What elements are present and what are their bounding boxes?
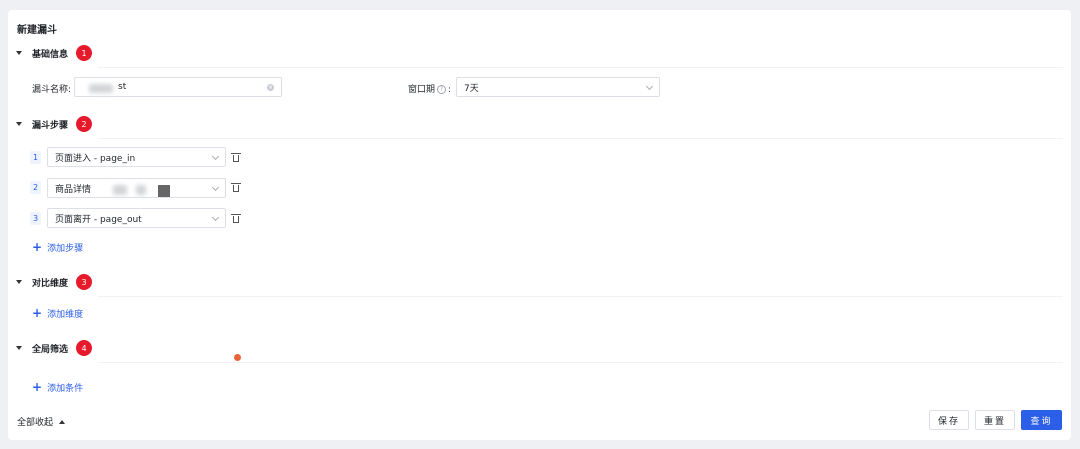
redacted-text (136, 185, 146, 195)
cursor-indicator (234, 354, 241, 361)
funnel-editor-card: 新建漏斗 基础信息 1 漏斗名称: st × 窗口期?: 7天 漏斗步骤 2 1… (8, 10, 1071, 440)
caret-down-icon (16, 346, 22, 350)
step-event-select[interactable]: 页面离开 - page_out (47, 208, 226, 228)
funnel-name-label: 漏斗名称: (32, 85, 72, 95)
page-title: 新建漏斗 (17, 25, 57, 36)
trash-icon[interactable] (231, 214, 241, 223)
plus-icon: + (32, 380, 43, 394)
add-dimension-label: 添加维度 (47, 310, 84, 320)
add-condition-label: 添加条件 (47, 384, 84, 394)
step-number: 2 (30, 181, 41, 194)
step-badge-1: 1 (76, 45, 93, 61)
caret-down-icon (16, 280, 22, 284)
section-steps-title: 漏斗步骤 (32, 120, 69, 131)
caret-down-icon (16, 51, 22, 55)
clear-icon[interactable]: × (267, 84, 274, 91)
section-steps-header[interactable]: 漏斗步骤 2 (16, 114, 93, 134)
query-button[interactable]: 查询 (1021, 410, 1062, 430)
section-basic-header[interactable]: 基础信息 1 (16, 43, 93, 63)
step-event-value: 页面离开 - page_out (55, 214, 142, 225)
funnel-name-input[interactable]: st × (74, 77, 282, 97)
section-dimension-header[interactable]: 对比维度 3 (16, 272, 93, 292)
divider (98, 296, 1063, 297)
section-dimension-title: 对比维度 (32, 278, 69, 289)
window-period-select[interactable]: 7天 (456, 77, 660, 97)
save-button[interactable]: 保存 (929, 410, 969, 430)
redacted-block (158, 185, 170, 197)
chevron-down-icon (211, 152, 220, 161)
step-event-value: 页面进入 - page_in (55, 153, 136, 164)
caret-up-icon (59, 419, 66, 424)
step-event-select[interactable]: 页面进入 - page_in (47, 147, 226, 167)
step-badge-4: 4 (76, 340, 93, 356)
divider (98, 138, 1063, 139)
step-badge-2: 2 (76, 116, 93, 132)
divider (98, 67, 1063, 68)
window-period-label: 窗口期?: (408, 82, 451, 95)
funnel-name-value: st (118, 82, 127, 92)
plus-icon: + (32, 240, 43, 254)
reset-button[interactable]: 重置 (975, 410, 1015, 430)
chevron-down-icon (645, 82, 654, 91)
chevron-down-icon (211, 183, 220, 192)
window-period-colon: : (448, 85, 452, 95)
trash-icon[interactable] (231, 153, 241, 162)
section-filter-title: 全局筛选 (32, 344, 69, 355)
add-step-label: 添加步骤 (47, 244, 84, 254)
step-event-value: 商品详情 (55, 184, 92, 195)
collapse-all-button[interactable]: 全部收起 (17, 415, 66, 428)
step-badge-3: 3 (76, 274, 93, 290)
section-basic-title: 基础信息 (32, 49, 69, 60)
add-dimension-button[interactable]: + 添加维度 (32, 307, 83, 320)
caret-down-icon (16, 122, 22, 126)
redacted-text (113, 185, 127, 195)
step-number: 1 (30, 151, 41, 164)
section-filter-header[interactable]: 全局筛选 4 (16, 338, 93, 358)
add-step-button[interactable]: + 添加步骤 (32, 241, 83, 254)
step-number: 3 (30, 212, 41, 225)
step-event-select[interactable]: 商品详情 (47, 178, 226, 198)
add-condition-button[interactable]: + 添加条件 (32, 381, 83, 394)
window-period-value: 7天 (464, 83, 479, 94)
help-icon[interactable]: ? (437, 85, 447, 94)
chevron-down-icon (211, 213, 220, 222)
collapse-all-label: 全部收起 (17, 418, 54, 428)
divider (98, 362, 1063, 363)
redacted-text (89, 84, 113, 93)
plus-icon: + (32, 306, 43, 320)
window-period-text: 窗口期 (408, 85, 436, 95)
trash-icon[interactable] (231, 183, 241, 192)
